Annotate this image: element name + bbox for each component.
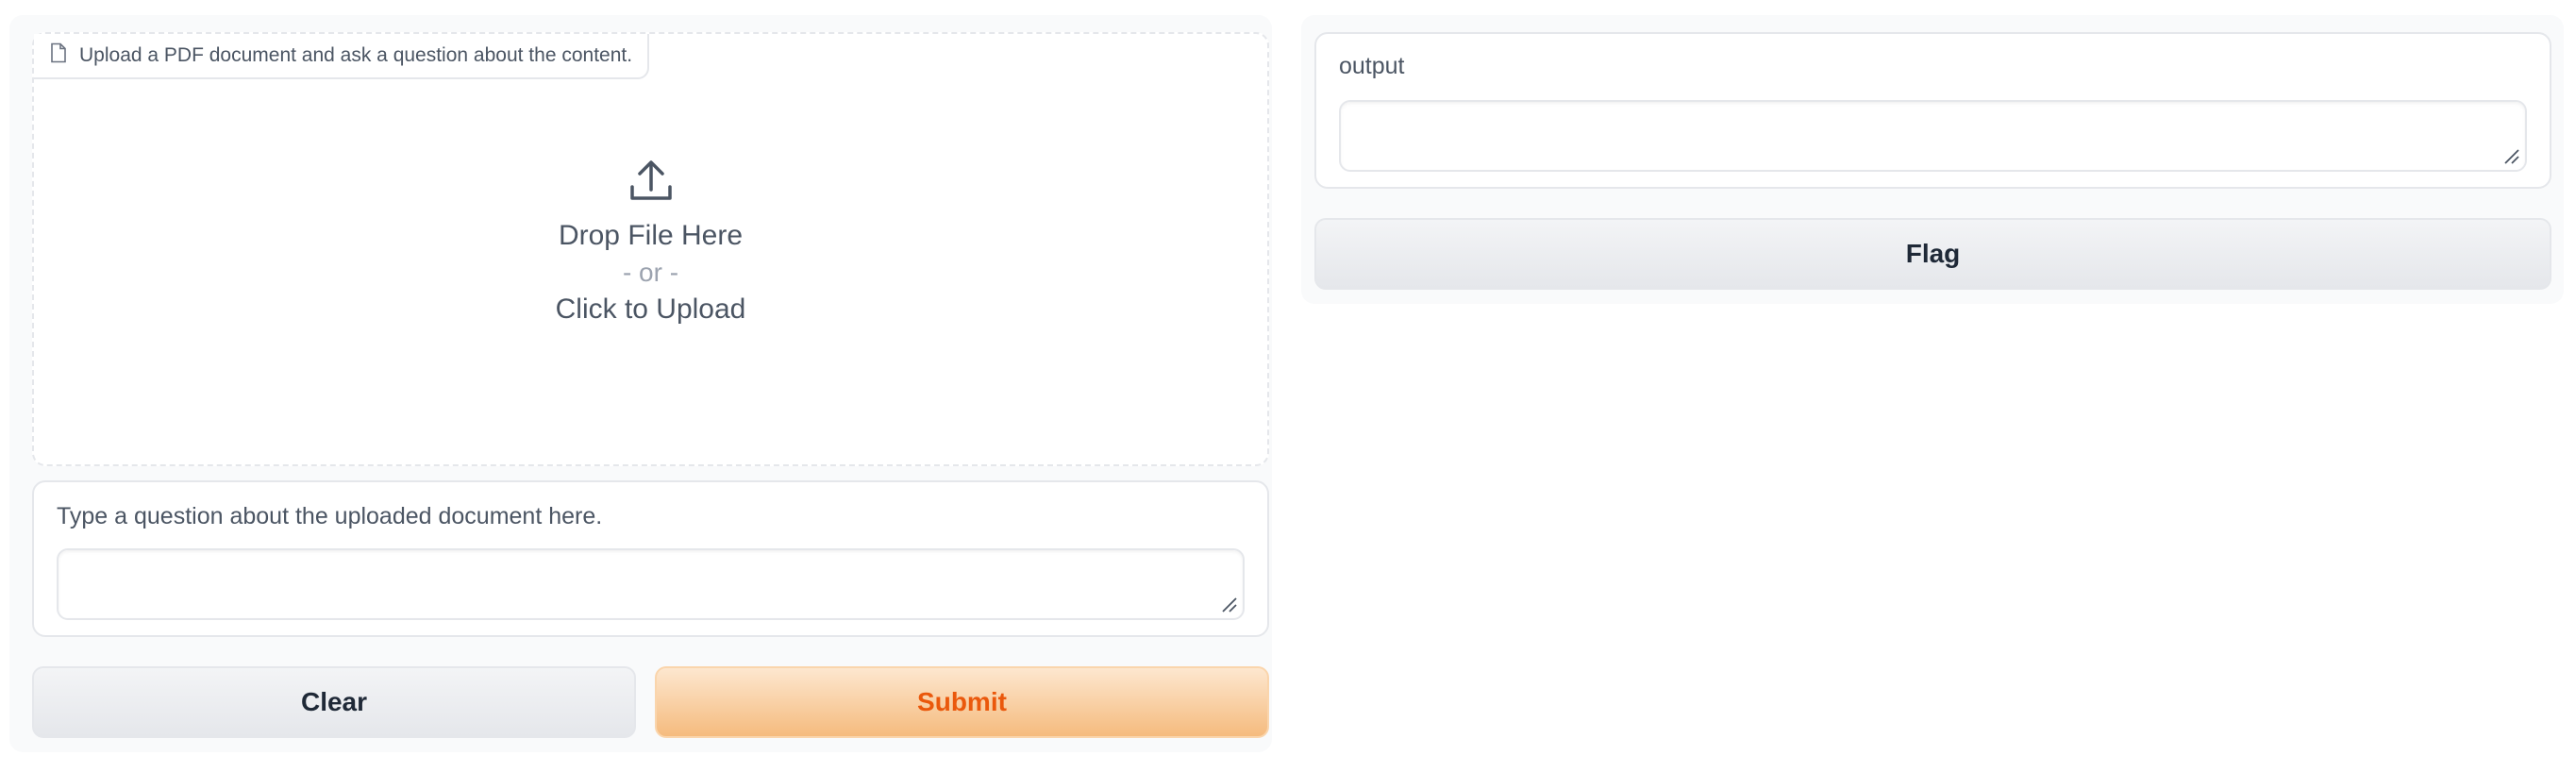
upload-icon	[627, 157, 676, 210]
output-textbox[interactable]	[1339, 100, 2527, 172]
submit-button[interactable]: Submit	[655, 666, 1269, 738]
output-panel: output Flag	[1301, 15, 2564, 304]
upload-label-tab: Upload a PDF document and ask a question…	[34, 34, 650, 79]
output-label: output	[1339, 53, 1405, 79]
file-icon	[49, 42, 68, 69]
flag-button[interactable]: Flag	[1314, 218, 2551, 290]
output-block: output	[1314, 32, 2551, 189]
clear-button[interactable]: Clear	[32, 666, 636, 738]
input-panel: Upload a PDF document and ask a question…	[9, 15, 1272, 752]
or-separator: - or -	[622, 258, 679, 287]
question-input[interactable]	[57, 548, 1245, 620]
drop-area[interactable]: Drop File Here - or - Click to Upload	[34, 157, 1267, 326]
resize-handle-icon[interactable]	[1220, 596, 1237, 613]
drop-file-text: Drop File Here	[558, 220, 744, 251]
question-block: Type a question about the uploaded docum…	[32, 480, 1269, 637]
click-to-upload-text[interactable]: Click to Upload	[556, 294, 746, 326]
question-label: Type a question about the uploaded docum…	[57, 503, 603, 529]
file-upload-dropzone[interactable]: Upload a PDF document and ask a question…	[32, 32, 1269, 466]
resize-handle-icon[interactable]	[2502, 147, 2519, 164]
upload-label: Upload a PDF document and ask a question…	[79, 44, 633, 66]
